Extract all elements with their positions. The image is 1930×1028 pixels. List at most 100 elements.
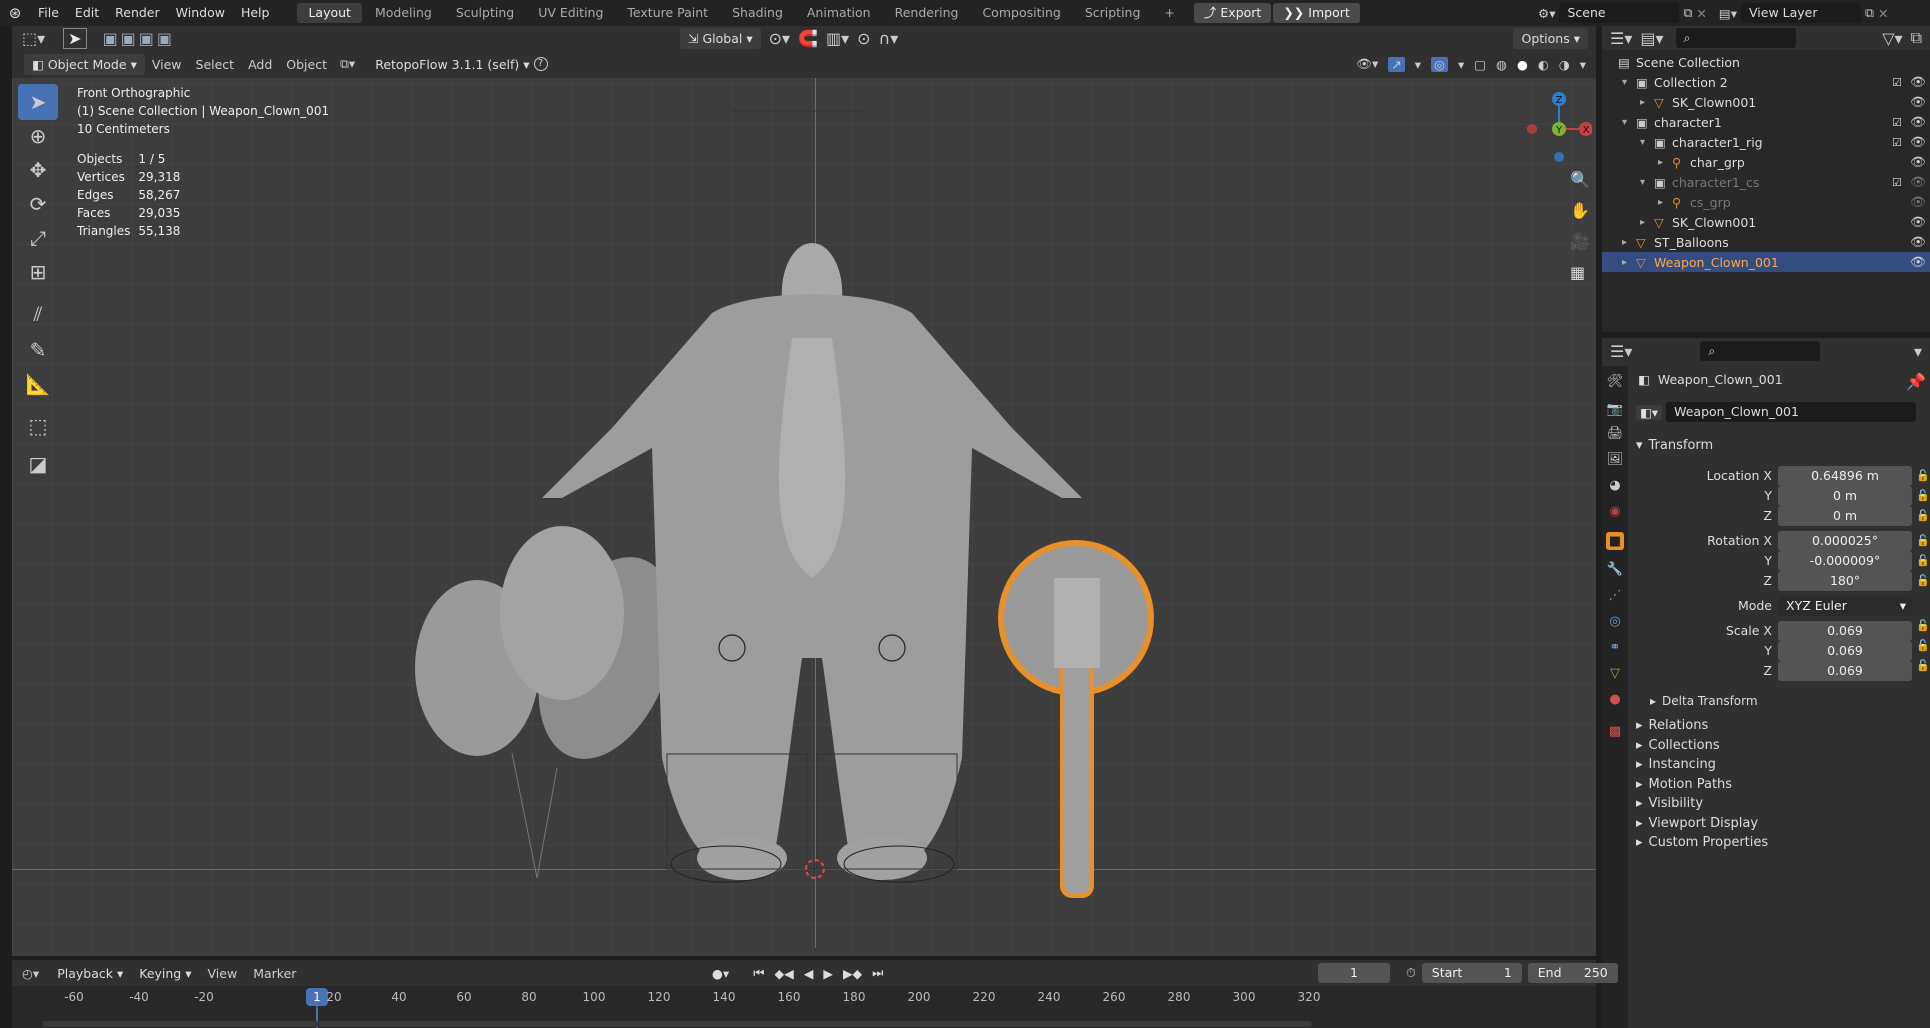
lock-icon[interactable]: 🔓 [1916,636,1930,656]
move-tool[interactable]: ✥ [18,152,58,188]
zoom-icon[interactable]: 🔍 [1570,170,1590,189]
exclude-checkbox[interactable]: ☑ [1892,76,1902,89]
menu-view[interactable]: View [145,57,189,72]
camera-icon[interactable]: 🎥 [1570,232,1590,251]
scene-close-icon[interactable]: ✕ [1696,6,1706,21]
link-icon[interactable]: ⧉▾ [334,56,361,72]
scene-browse-icon[interactable]: ⚙▾ [1538,6,1555,21]
cursor-tool[interactable]: ⊕ [18,118,58,154]
menu-edit[interactable]: Edit [67,0,107,26]
collapse-chevron-icon[interactable]: ▸ [1640,97,1645,108]
visibility-eye-icon[interactable]: 👁 [1910,234,1926,250]
scale-tool[interactable]: ⤢ [18,220,58,256]
outliner-row[interactable]: ▤ Scene Collection [1602,52,1930,72]
property-panel-header[interactable]: ▸ Custom Properties [1636,835,1768,850]
menu-object[interactable]: Object [279,57,334,72]
visibility-eye-icon[interactable]: 👁 [1910,254,1926,270]
weapon-clown-object[interactable] [998,540,1154,898]
play-reverse-icon[interactable]: ◀ [804,966,814,981]
scale-z-field[interactable]: 0.069 [1778,661,1912,681]
outliner-row[interactable]: ▾ ▣ character1_rig 👁 ☑ [1602,132,1930,152]
expand-chevron-icon[interactable]: ▾ [1622,117,1627,128]
outliner-row[interactable]: ▸ ▽ Weapon_Clown_001 👁 [1602,252,1930,272]
snap-icon[interactable]: 🧲 [798,29,818,48]
transform-tool[interactable]: ⊞ [18,254,58,290]
properties-search-input[interactable]: ⌕ [1700,341,1821,361]
visibility-eye-icon[interactable]: 👁 [1910,214,1926,230]
lock-icon[interactable]: 🔓 [1916,531,1930,551]
grid-icon[interactable]: ▦ [1570,263,1590,282]
rotation-y-field[interactable]: -0.000009° [1778,551,1912,571]
menu-file[interactable]: File [30,0,67,26]
measure-tool[interactable]: 📐 [18,366,58,402]
gizmo-icon[interactable]: ↗ [1388,56,1405,72]
blender-logo-icon[interactable]: ⊛ [0,4,30,22]
wireframe-shading-icon[interactable]: ◍ [1496,57,1507,72]
scale-y-field[interactable]: 0.069 [1778,641,1912,661]
keying-menu[interactable]: Keying ▾ [131,963,199,984]
record-icon[interactable]: ●▾ [712,966,729,981]
property-panel-header[interactable]: ▸ Relations [1636,718,1708,733]
location-z-field[interactable]: 0 m [1778,506,1912,526]
editor-type-icon[interactable]: ⬚▾ [12,29,55,48]
timeline-editor-type-icon[interactable]: ◴▾ [12,966,49,981]
lock-icon[interactable]: 🔓 [1916,656,1930,676]
jump-end-icon[interactable]: ⏭ [872,965,883,981]
scene-name-field[interactable]: Scene [1559,3,1680,23]
add-cube-tool[interactable]: ⬚ [18,408,58,444]
falloff-icon[interactable]: ∩▾ [879,29,899,48]
datablock-type-icon[interactable]: ◧▾ [1636,404,1663,420]
exclude-checkbox[interactable]: ☑ [1892,136,1902,149]
proportional-edit-icon[interactable]: ⊙ [857,29,870,48]
data-tab-icon[interactable]: ▽ [1606,664,1624,682]
menu-window[interactable]: Window [168,0,233,26]
menu-add[interactable]: Add [241,57,279,72]
expand-chevron-icon[interactable]: ▾ [1622,77,1627,88]
chevron-down-icon[interactable]: ▾ [1458,57,1464,72]
lock-icon[interactable]: 🔓 [1916,506,1930,526]
lock-icon[interactable]: 🔓 [1916,571,1930,591]
outliner-row[interactable]: ▾ ▣ character1_cs 👁 ☑ [1602,172,1930,192]
outliner-editor-type-icon[interactable]: ☰▾ [1602,29,1640,48]
select-box-tool[interactable]: ➤ [18,84,58,120]
collapse-chevron-icon[interactable]: ▸ [1640,217,1645,228]
prev-keyframe-icon[interactable]: ◆◀ [774,966,793,981]
tab-shading[interactable]: Shading [721,3,794,23]
marker-menu[interactable]: Marker [245,966,304,981]
visibility-eye-icon[interactable]: 👁 [1910,194,1926,210]
clown-character-object[interactable] [542,110,1082,883]
tab-modeling[interactable]: Modeling [364,3,443,23]
collapse-chevron-icon[interactable]: ▸ [1622,237,1627,248]
expand-chevron-icon[interactable]: ▾ [1640,137,1645,148]
select-tool-icon[interactable]: ➤ [63,27,87,49]
retopoflow-menu[interactable]: RetopoFlow 3.1.1 (self) ▾? [367,54,555,75]
expand-chevron-icon[interactable]: ▾ [1640,177,1645,188]
location-y-field[interactable]: 0 m [1778,486,1912,506]
visibility-eye-icon[interactable]: 👁 [1910,74,1926,90]
physics-tab-icon[interactable]: ◎ [1606,612,1624,630]
tab-texture-paint[interactable]: Texture Paint [616,3,719,23]
rotate-tool[interactable]: ⟳ [18,186,58,222]
visibility-eye-icon[interactable]: 👁 [1910,94,1926,110]
pivot-icon[interactable]: ⊙▾ [769,29,790,48]
render-tab-icon[interactable]: 📷 [1606,400,1624,418]
clock-icon[interactable]: ⏱ [1406,965,1416,981]
material-shading-icon[interactable]: ◐ [1538,57,1549,72]
modifier-tab-icon[interactable]: 🔧 [1606,560,1624,578]
timeline-view-menu[interactable]: View [200,966,246,981]
tab-layout[interactable]: Layout [297,3,362,23]
exclude-checkbox[interactable]: ☑ [1892,116,1902,129]
play-icon[interactable]: ▶ [823,966,833,981]
chevron-down-icon[interactable]: ▾ [1415,57,1421,72]
rotation-x-field[interactable]: 0.000025° [1778,531,1912,551]
menu-select[interactable]: Select [189,57,242,72]
view-layer-tab-icon[interactable]: 🖼 [1606,450,1624,468]
rendered-shading-icon[interactable]: ◑ [1559,57,1570,72]
delta-transform-panel[interactable]: ▸ Delta Transform [1650,694,1758,708]
chevron-down-icon[interactable]: ▾ [1580,57,1586,72]
chevron-down-icon[interactable]: ▾ [1906,342,1930,361]
scene-new-icon[interactable]: ⧉ [1683,5,1692,21]
next-keyframe-icon[interactable]: ▶◆ [843,966,862,981]
lock-icon[interactable]: 🔓 [1916,486,1930,506]
timeline-scrollbar[interactable] [42,1021,1312,1027]
